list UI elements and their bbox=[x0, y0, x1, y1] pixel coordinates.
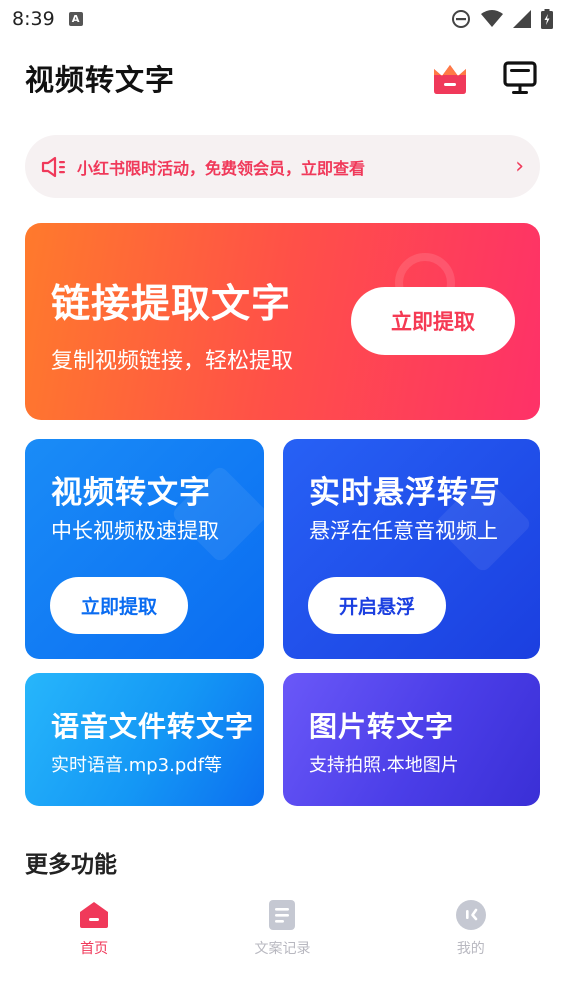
nav-item-profile[interactable]: 我的 bbox=[377, 890, 565, 970]
card-title: 语音文件转文字 bbox=[51, 710, 255, 743]
hero-subtitle: 复制视频链接，轻松提取 bbox=[51, 349, 294, 374]
status-bar: 8:39 A bbox=[0, 0, 565, 38]
nav-label: 首页 bbox=[80, 941, 109, 957]
chevron-right-icon: › bbox=[515, 154, 524, 179]
page-title: 视频转文字 bbox=[25, 63, 176, 97]
signal-icon bbox=[513, 10, 531, 28]
open-float-button[interactable]: 开启悬浮 bbox=[308, 577, 446, 634]
speaker-icon bbox=[41, 154, 67, 180]
header-actions bbox=[430, 58, 540, 98]
nav-item-records[interactable]: 文案记录 bbox=[188, 890, 376, 970]
card-title: 视频转文字 bbox=[51, 475, 211, 511]
profile-icon bbox=[455, 900, 486, 930]
card-title: 图片转文字 bbox=[309, 710, 455, 743]
video-extract-button[interactable]: 立即提取 bbox=[50, 577, 188, 634]
promo-text: 小红书限时活动，免费领会员，立即查看 bbox=[77, 158, 366, 178]
promo-banner[interactable]: 小红书限时活动，免费领会员，立即查看 › bbox=[25, 135, 540, 198]
battery-icon bbox=[541, 9, 553, 29]
document-icon bbox=[267, 900, 297, 930]
crown-icon bbox=[434, 65, 466, 94]
video-to-text-card[interactable]: 视频转文字 中长视频极速提取 立即提取 bbox=[25, 439, 264, 659]
do-not-disturb-icon bbox=[452, 10, 470, 28]
link-extract-card[interactable]: 链接提取文字 复制视频链接，轻松提取 立即提取 bbox=[25, 223, 540, 420]
more-features-title: 更多功能 bbox=[25, 852, 117, 878]
card-subtitle: 中长视频极速提取 bbox=[51, 519, 219, 543]
image-to-text-card[interactable]: 图片转文字 支持拍照.本地图片 bbox=[283, 673, 540, 806]
audio-to-text-card[interactable]: 语音文件转文字 实时语音.mp3.pdf等 bbox=[25, 673, 264, 806]
nav-label: 文案记录 bbox=[254, 941, 311, 957]
screen-button[interactable] bbox=[500, 58, 540, 98]
monitor-icon bbox=[503, 61, 537, 94]
realtime-float-card[interactable]: 实时悬浮转写 悬浮在任意音视频上 开启悬浮 bbox=[283, 439, 540, 659]
hero-title: 链接提取文字 bbox=[51, 282, 292, 327]
card-subtitle: 悬浮在任意音视频上 bbox=[309, 519, 498, 543]
nav-label: 我的 bbox=[456, 941, 485, 957]
nav-item-home[interactable]: 首页 bbox=[0, 890, 188, 970]
status-icons bbox=[451, 9, 553, 29]
text-a-icon: A bbox=[68, 12, 83, 26]
home-icon bbox=[79, 900, 109, 930]
status-time: 8:39 bbox=[12, 8, 55, 30]
vip-button[interactable] bbox=[430, 58, 470, 98]
card-title: 实时悬浮转写 bbox=[309, 475, 501, 511]
card-subtitle: 支持拍照.本地图片 bbox=[309, 755, 459, 776]
bottom-nav: 首页 文案记录 我的 bbox=[0, 890, 565, 970]
link-extract-button[interactable]: 立即提取 bbox=[351, 287, 515, 355]
card-subtitle: 实时语音.mp3.pdf等 bbox=[51, 755, 223, 776]
wifi-icon bbox=[481, 10, 503, 27]
app-header: 视频转文字 bbox=[0, 50, 565, 106]
